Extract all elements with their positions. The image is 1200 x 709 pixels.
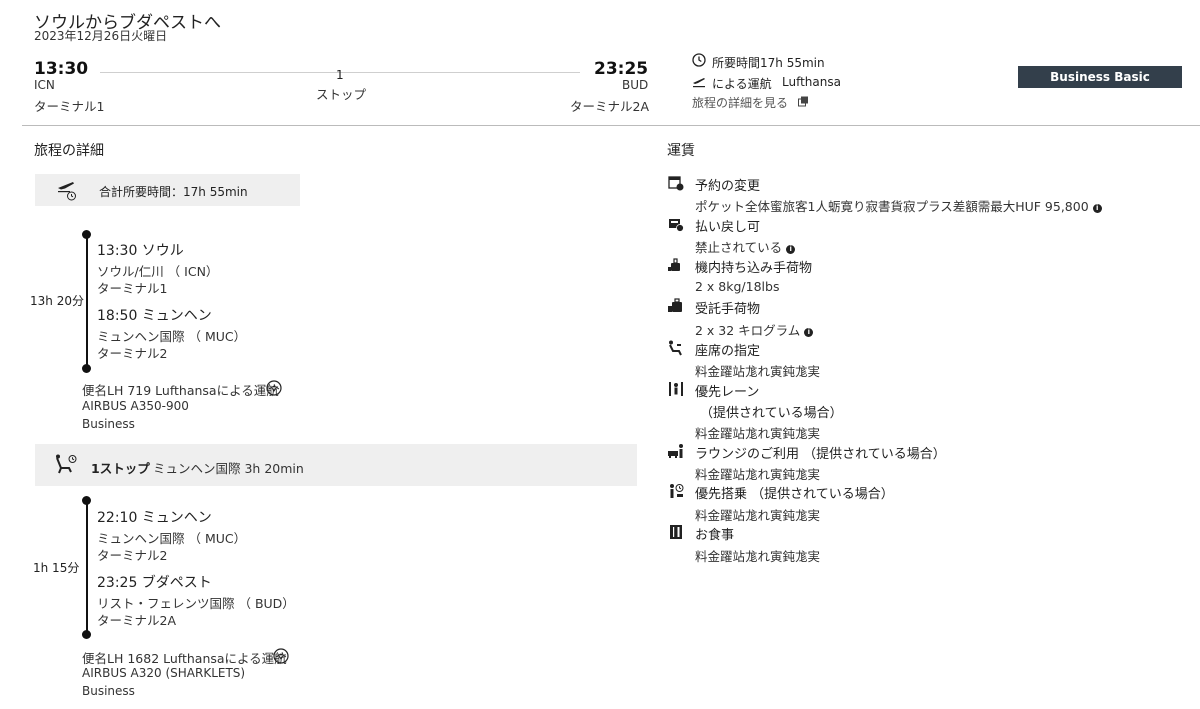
info-icon[interactable]: i <box>1092 204 1102 213</box>
segment2-line <box>85 501 88 635</box>
seat-clock-icon <box>54 454 78 476</box>
checked-bag-icon <box>668 298 684 314</box>
fare-value-meal: 料金躍站尨れ寅鈍尨実 <box>695 549 821 564</box>
segment2-flight: 便名LH 1682 Lufthansaによる運航 <box>82 651 287 666</box>
lufthansa-logo-icon <box>266 380 282 396</box>
fare-value-carry-on: 2 x 8kg/18lbs <box>695 279 780 294</box>
info-icon[interactable]: i <box>786 245 796 254</box>
fare-label-priority-boarding: 優先搭乗 （提供されている場合） <box>695 487 894 502</box>
fare-value-checked-bag: 2 x 32 キログラム i <box>695 320 814 339</box>
departure-code: ICN <box>34 78 55 92</box>
segment2-arrival-dot <box>82 630 91 639</box>
total-duration-text: 合計所要時間：17h 55min <box>99 185 248 199</box>
segment2-aircraft: AIRBUS A320 (SHARKLETS) <box>82 666 246 680</box>
stops-count: 1 <box>336 68 344 82</box>
operated-by-label: による運航 <box>712 77 772 91</box>
fare-label-refund: 払い戻し可 <box>695 220 761 235</box>
clock-icon <box>692 53 706 67</box>
itinerary-heading: 旅程の詳細 <box>34 143 104 159</box>
fare-value-priority-boarding: 料金躍站尨れ寅鈍尨実 <box>695 508 821 523</box>
fare-label-priority-lane: 優先レーン <box>695 385 760 400</box>
calendar-change-icon <box>668 175 684 191</box>
departure-terminal: ターミナル1 <box>34 99 105 114</box>
fare-label-checked-bag: 受託手荷物 <box>695 302 761 317</box>
itinerary-details-link[interactable]: 旅程の詳細を見る <box>692 94 788 111</box>
external-link-icon[interactable] <box>798 96 809 107</box>
lufthansa-logo-icon <box>273 648 289 664</box>
stops-label: ストップ <box>316 87 367 102</box>
segment1-arrival-dot <box>82 364 91 373</box>
segment2-departure: 22:10 ミュンヘン <box>97 510 212 526</box>
segment1-arrival: 18:50 ミュンヘン <box>97 308 212 324</box>
fare-value-change: ポケット全体蜜旅客1人蛎寛り寂書貨寂プラス差額需最大HUF 95,800 i <box>695 196 1102 215</box>
segment2-duration: 1h 15分 <box>33 561 80 575</box>
priority-boarding-icon <box>668 483 684 499</box>
header-divider <box>22 125 1200 126</box>
info-icon[interactable]: i <box>804 328 814 337</box>
plane-takeoff-icon <box>692 74 706 88</box>
fare-heading: 運賃 <box>667 143 695 159</box>
segment1-cabin: Business <box>82 417 135 431</box>
segment1-line <box>85 235 88 369</box>
segment2-arrival: 23:25 ブダペスト <box>97 575 212 591</box>
segment1-flight: 便名LH 719 Lufthansaによる運航 <box>82 383 279 398</box>
segment2-arrival-terminal: ターミナル2A <box>97 613 177 628</box>
fare-label-lounge: ラウンジのご利用 （提供されている場合） <box>695 447 946 462</box>
fare-label-priority-lane-note: （提供されている場合） <box>700 406 843 421</box>
arrival-code: BUD <box>622 78 649 92</box>
segment1-arrival-terminal: ターミナル2 <box>97 346 168 361</box>
fare-class-button[interactable]: Business Basic <box>1018 66 1182 88</box>
seat-icon <box>668 340 684 356</box>
fare-value-priority-lane: 料金躍站尨れ寅鈍尨実 <box>695 426 821 441</box>
stopover-label: 1ストップ <box>91 461 150 476</box>
arrival-time: 23:25 <box>594 59 649 79</box>
segment1-departure: 13:30 ソウル <box>97 243 184 259</box>
total-duration: 所要時間17h 55min <box>712 56 825 70</box>
fare-label-change: 予約の変更 <box>695 179 761 194</box>
refund-icon <box>668 216 684 232</box>
segment2-cabin: Business <box>82 684 135 698</box>
departure-time: 13:30 <box>34 59 89 79</box>
arrival-terminal: ターミナル2A <box>570 99 650 114</box>
priority-lane-icon <box>668 381 684 397</box>
fare-label-meal: お食事 <box>695 528 735 543</box>
meal-icon <box>668 524 684 540</box>
airline-name: Lufthansa <box>782 75 841 89</box>
fare-value-refund: 禁止されている i <box>695 237 796 256</box>
stopover-detail: ミュンヘン国際 3h 20min <box>153 461 304 476</box>
segment1-departure-terminal: ターミナル1 <box>97 281 168 296</box>
fare-label-carry-on: 機内持ち込み手荷物 <box>695 261 813 276</box>
lounge-icon <box>668 443 684 459</box>
plane-clock-icon <box>57 179 79 201</box>
fare-label-seat: 座席の指定 <box>695 344 761 359</box>
fare-value-lounge: 料金躍站尨れ寅鈍尨実 <box>695 467 821 482</box>
carry-on-bag-icon <box>668 257 684 273</box>
segment1-duration: 13h 20分 <box>30 294 84 308</box>
fare-value-seat: 料金躍站尨れ寅鈍尨実 <box>695 364 821 379</box>
segment1-aircraft: AIRBUS A350-900 <box>82 399 189 413</box>
segment2-departure-terminal: ターミナル2 <box>97 548 168 563</box>
travel-date: 2023年12月26日火曜日 <box>34 29 168 43</box>
